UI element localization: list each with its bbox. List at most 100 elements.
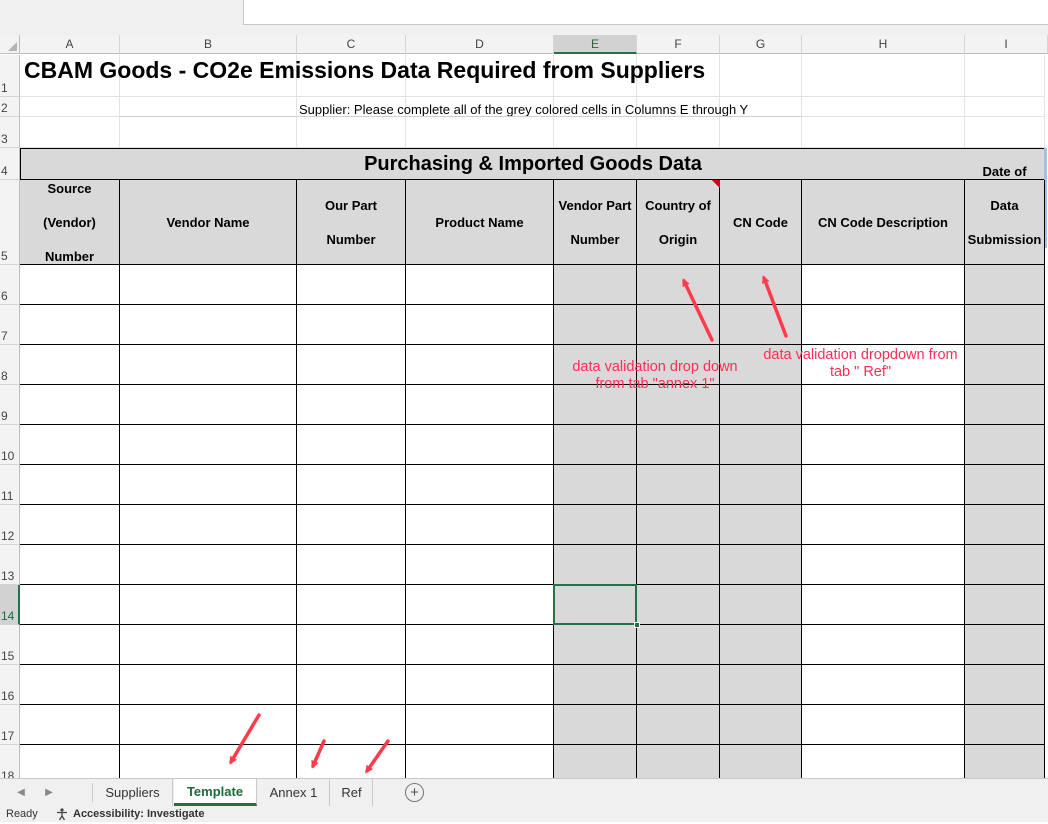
tab-annex-1[interactable]: Annex 1: [258, 779, 330, 806]
tab-template[interactable]: Template: [174, 779, 257, 806]
data-cell[interactable]: [720, 665, 802, 705]
data-cell[interactable]: [802, 625, 965, 665]
data-cell[interactable]: [802, 545, 965, 585]
row-header-13[interactable]: 13: [0, 545, 20, 585]
data-cell[interactable]: [120, 385, 297, 425]
data-cell[interactable]: [965, 625, 1045, 665]
row-header-11[interactable]: 11: [0, 465, 20, 505]
data-cell[interactable]: [554, 745, 637, 778]
data-cell[interactable]: [297, 265, 406, 305]
column-title-a[interactable]: Source (Vendor) Number: [20, 180, 120, 265]
column-header-e[interactable]: E: [554, 35, 637, 54]
data-cell[interactable]: [720, 425, 802, 465]
data-cell[interactable]: [637, 625, 720, 665]
empty-cell[interactable]: [965, 117, 1045, 148]
data-cell[interactable]: [20, 585, 120, 625]
data-cell[interactable]: [637, 505, 720, 545]
data-cell[interactable]: [720, 305, 802, 345]
data-cell[interactable]: [20, 545, 120, 585]
data-cell[interactable]: [720, 465, 802, 505]
select-all-corner[interactable]: [0, 35, 20, 54]
column-header-f[interactable]: F: [637, 35, 720, 54]
data-cell[interactable]: [406, 745, 554, 778]
data-cell[interactable]: [965, 465, 1045, 505]
data-cell[interactable]: [120, 665, 297, 705]
data-cell[interactable]: [965, 425, 1045, 465]
data-cell[interactable]: [120, 585, 297, 625]
column-header-a[interactable]: A: [20, 35, 120, 54]
column-title-c[interactable]: Our Part Number: [297, 180, 406, 265]
data-cell[interactable]: [406, 585, 554, 625]
data-cell[interactable]: [297, 585, 406, 625]
data-cell[interactable]: [120, 345, 297, 385]
data-cell[interactable]: [965, 505, 1045, 545]
data-cell[interactable]: [406, 305, 554, 345]
data-cell[interactable]: [965, 385, 1045, 425]
column-title-e[interactable]: Vendor Part Number: [554, 180, 637, 265]
data-cell[interactable]: [637, 665, 720, 705]
data-cell[interactable]: [20, 705, 120, 745]
data-cell[interactable]: [637, 425, 720, 465]
data-cell[interactable]: [554, 545, 637, 585]
empty-cell[interactable]: [720, 117, 802, 148]
data-cell[interactable]: [802, 425, 965, 465]
data-cell[interactable]: [20, 465, 120, 505]
data-cell[interactable]: [406, 345, 554, 385]
column-header-g[interactable]: G: [720, 35, 802, 54]
data-cell[interactable]: [637, 465, 720, 505]
data-cell[interactable]: [20, 745, 120, 778]
empty-cell[interactable]: [802, 97, 965, 117]
data-cell[interactable]: [802, 665, 965, 705]
accessibility-status[interactable]: Accessibility: Investigate: [73, 808, 204, 820]
column-header-c[interactable]: C: [297, 35, 406, 54]
column-title-g[interactable]: CN Code: [720, 180, 802, 265]
data-cell[interactable]: [297, 705, 406, 745]
data-cell[interactable]: [554, 305, 637, 345]
data-cell[interactable]: [554, 265, 637, 305]
column-title-h[interactable]: CN Code Description: [802, 180, 965, 265]
empty-cell[interactable]: [965, 55, 1045, 97]
accessibility-icon[interactable]: [55, 807, 69, 824]
data-cell[interactable]: [120, 265, 297, 305]
data-cell[interactable]: [554, 625, 637, 665]
data-cell[interactable]: [637, 745, 720, 778]
data-cell[interactable]: [297, 385, 406, 425]
data-cell[interactable]: [20, 385, 120, 425]
row-header-17[interactable]: 17: [0, 705, 20, 745]
data-cell[interactable]: [965, 665, 1045, 705]
data-cell[interactable]: [720, 625, 802, 665]
data-cell[interactable]: [720, 705, 802, 745]
empty-cell[interactable]: [637, 117, 720, 148]
empty-cell[interactable]: [554, 117, 637, 148]
data-cell[interactable]: [720, 265, 802, 305]
column-header-h[interactable]: H: [802, 35, 965, 54]
row-header-4[interactable]: 4: [0, 148, 20, 180]
data-cell[interactable]: [297, 745, 406, 778]
row-header-12[interactable]: 12: [0, 505, 20, 545]
data-cell[interactable]: [965, 545, 1045, 585]
row-header-10[interactable]: 10: [0, 425, 20, 465]
data-cell[interactable]: [637, 305, 720, 345]
data-cell[interactable]: [20, 305, 120, 345]
data-cell[interactable]: [20, 665, 120, 705]
data-cell[interactable]: [120, 465, 297, 505]
data-cell[interactable]: [554, 425, 637, 465]
data-cell[interactable]: [120, 425, 297, 465]
data-cell[interactable]: [406, 385, 554, 425]
add-sheet-button[interactable]: +: [405, 783, 424, 802]
row-header-2[interactable]: 2: [0, 97, 20, 117]
empty-cell[interactable]: [120, 97, 297, 117]
data-cell[interactable]: [406, 265, 554, 305]
data-cell[interactable]: [297, 665, 406, 705]
empty-cell[interactable]: [965, 97, 1045, 117]
data-cell[interactable]: [120, 705, 297, 745]
row-header-9[interactable]: 9: [0, 385, 20, 425]
data-cell[interactable]: [802, 385, 965, 425]
empty-cell[interactable]: [297, 117, 406, 148]
column-title-f[interactable]: Country of Origin: [637, 180, 720, 265]
data-cell[interactable]: [406, 665, 554, 705]
data-cell[interactable]: [554, 465, 637, 505]
fill-handle[interactable]: [634, 622, 640, 628]
data-cell[interactable]: [297, 345, 406, 385]
data-cell[interactable]: [406, 705, 554, 745]
